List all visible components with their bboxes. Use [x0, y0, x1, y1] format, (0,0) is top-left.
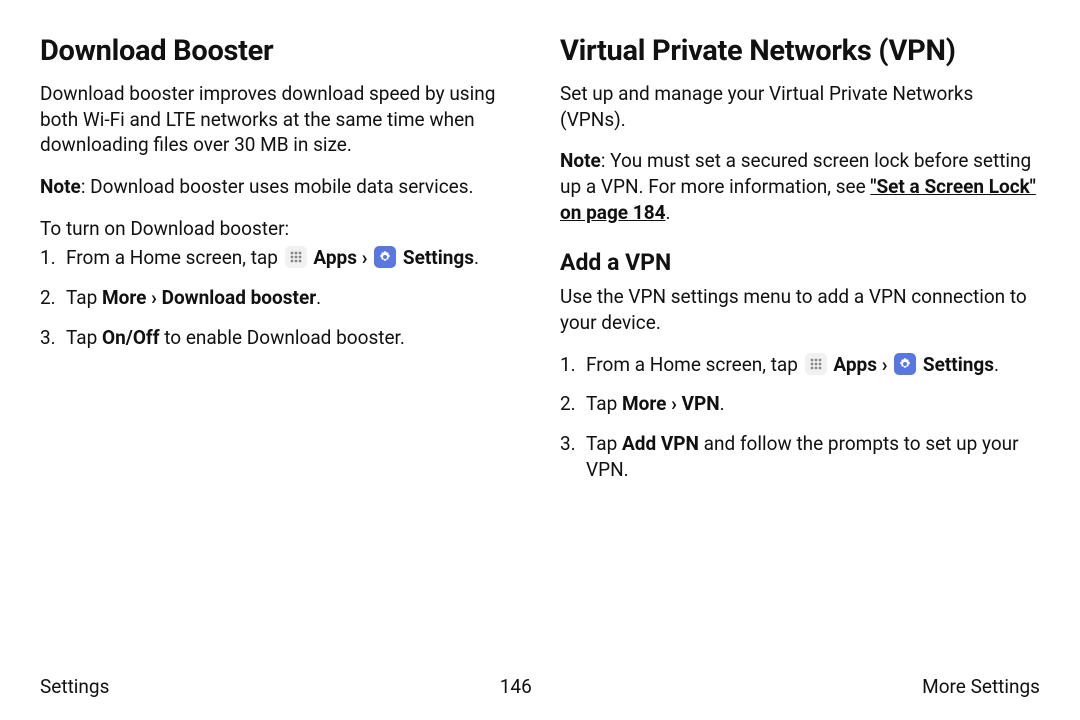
bold-path: Add VPN [622, 432, 699, 455]
two-column-layout: Download Booster Download booster improv… [40, 32, 1040, 496]
list-item: 1. From a Home screen, tap Apps › Settin… [40, 245, 520, 271]
gt-separator: › [882, 353, 892, 376]
settings-label: Settings [403, 246, 474, 269]
right-column: Virtual Private Networks (VPN) Set up an… [560, 32, 1040, 496]
page-footer: Settings 146 More Settings [40, 675, 1040, 698]
heading-download-booster: Download Booster [40, 32, 520, 71]
text-fragment: From a Home screen, tap [66, 246, 283, 269]
gt-separator: › [362, 246, 372, 269]
step-text: Tap More › Download booster. [66, 285, 520, 311]
text-fragment: Tap [66, 286, 102, 309]
step-text: Tap Add VPN and follow the prompts to se… [586, 431, 1040, 482]
footer-right: More Settings [922, 675, 1040, 698]
step-number: 2. [40, 285, 66, 311]
page-number: 146 [500, 675, 532, 698]
step-text: Tap More › VPN. [586, 391, 1040, 417]
step-number: 1. [560, 352, 586, 378]
text-fragment: From a Home screen, tap [586, 353, 803, 376]
subheading-add-vpn: Add a VPN [560, 247, 1040, 278]
step-number: 1. [40, 245, 66, 271]
note-paragraph: Note: You must set a secured screen lock… [560, 148, 1040, 225]
step-number: 3. [40, 325, 66, 351]
list-item: 2. Tap More › VPN. [560, 391, 1040, 417]
left-column: Download Booster Download booster improv… [40, 32, 520, 496]
manual-page: Download Booster Download booster improv… [0, 0, 1080, 720]
list-item: 2. Tap More › Download booster. [40, 285, 520, 311]
settings-icon [374, 246, 396, 268]
bold-path: More › VPN [622, 392, 720, 415]
settings-label: Settings [923, 353, 994, 376]
note-label: Note [40, 175, 81, 198]
text-fragment: Tap [586, 432, 622, 455]
sub-intro: Use the VPN settings menu to add a VPN c… [560, 284, 1040, 335]
step-text: From a Home screen, tap Apps › Settings. [66, 245, 520, 271]
text-fragment: to enable Download booster. [160, 326, 405, 349]
note-text-end: . [666, 201, 671, 224]
list-item: 3. Tap On/Off to enable Download booster… [40, 325, 520, 351]
step-number: 2. [560, 391, 586, 417]
text-fragment: . [316, 286, 321, 309]
list-item: 1. From a Home screen, tap Apps › Settin… [560, 352, 1040, 378]
step-text: Tap On/Off to enable Download booster. [66, 325, 520, 351]
procedure-list: 1. From a Home screen, tap Apps › Settin… [560, 352, 1040, 483]
step-text: From a Home screen, tap Apps › Settings. [586, 352, 1040, 378]
apps-icon [805, 353, 827, 375]
intro-paragraph: Download booster improves download speed… [40, 81, 520, 158]
heading-vpn: Virtual Private Networks (VPN) [560, 32, 1040, 71]
bold-path: On/Off [102, 326, 160, 349]
text-fragment: Tap [66, 326, 102, 349]
note-label: Note [560, 149, 601, 172]
note-text: : Download booster uses mobile data serv… [81, 175, 474, 198]
bold-path: More › Download booster [102, 286, 316, 309]
procedure-lead: To turn on Download booster: [40, 216, 520, 242]
procedure-list: 1. From a Home screen, tap Apps › Settin… [40, 245, 520, 350]
step-number: 3. [560, 431, 586, 457]
intro-paragraph: Set up and manage your Virtual Private N… [560, 81, 1040, 132]
apps-label: Apps [313, 246, 357, 269]
list-item: 3. Tap Add VPN and follow the prompts to… [560, 431, 1040, 482]
text-fragment: . [994, 353, 999, 376]
footer-left: Settings [40, 675, 109, 698]
text-fragment: . [474, 246, 479, 269]
apps-label: Apps [833, 353, 877, 376]
settings-icon [894, 353, 916, 375]
note-paragraph: Note: Download booster uses mobile data … [40, 174, 520, 200]
text-fragment: . [720, 392, 725, 415]
text-fragment: Tap [586, 392, 622, 415]
apps-icon [285, 246, 307, 268]
